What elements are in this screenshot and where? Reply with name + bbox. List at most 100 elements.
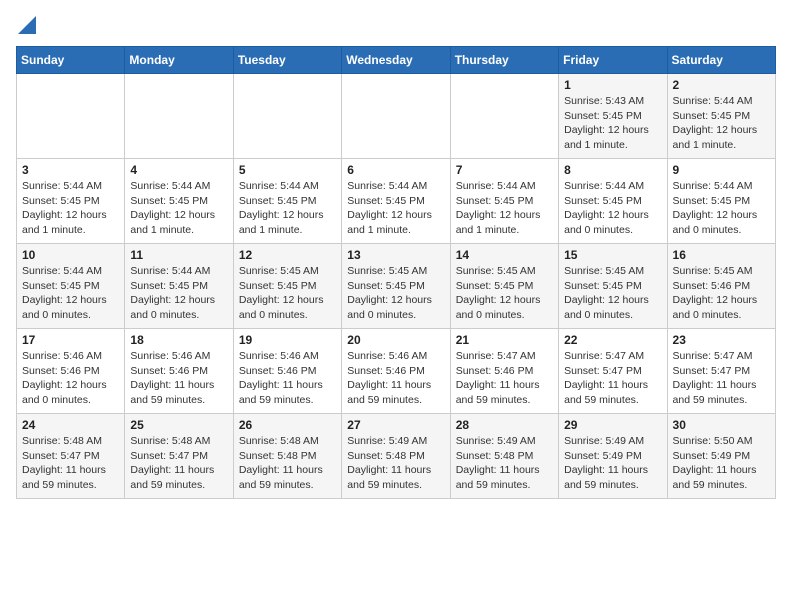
day-number: 6 (347, 163, 444, 177)
calendar-cell: 29 Sunrise: 5:49 AM Sunset: 5:49 PM Dayli… (559, 414, 667, 499)
day-info: Sunrise: 5:46 AM Sunset: 5:46 PM Dayligh… (239, 349, 336, 408)
day-info: Sunrise: 5:46 AM Sunset: 5:46 PM Dayligh… (347, 349, 444, 408)
calendar-week-row: 24 Sunrise: 5:48 AM Sunset: 5:47 PM Dayli… (17, 414, 776, 499)
day-number: 9 (673, 163, 770, 177)
calendar-header-row: SundayMondayTuesdayWednesdayThursdayFrid… (17, 47, 776, 74)
day-of-week-header: Wednesday (342, 47, 450, 74)
day-info: Sunrise: 5:45 AM Sunset: 5:46 PM Dayligh… (673, 264, 770, 323)
day-info: Sunrise: 5:44 AM Sunset: 5:45 PM Dayligh… (673, 179, 770, 238)
calendar-cell: 23Sunrise: 5:47 AM Sunset: 5:47 PM Dayli… (667, 329, 775, 414)
day-number: 10 (22, 248, 119, 262)
calendar-cell: 8 Sunrise: 5:44 AM Sunset: 5:45 PM Daylig… (559, 159, 667, 244)
day-info: Sunrise: 5:46 AM Sunset: 5:46 PM Dayligh… (130, 349, 227, 408)
day-number: 21 (456, 333, 553, 347)
calendar-cell: 21 Sunrise: 5:47 AM Sunset: 5:46 PM Dayli… (450, 329, 558, 414)
day-info: Sunrise: 5:49 AM Sunset: 5:48 PM Dayligh… (456, 434, 553, 493)
page-header (16, 16, 776, 34)
calendar-cell: 10 Sunrise: 5:44 AM Sunset: 5:45 PM Dayli… (17, 244, 125, 329)
calendar-cell (125, 74, 233, 159)
calendar-cell: 18 Sunrise: 5:46 AM Sunset: 5:46 PM Dayli… (125, 329, 233, 414)
day-number: 29 (564, 418, 661, 432)
day-of-week-header: Thursday (450, 47, 558, 74)
calendar-cell: 27 Sunrise: 5:49 AM Sunset: 5:48 PM Dayli… (342, 414, 450, 499)
calendar-cell: 11Sunrise: 5:44 AM Sunset: 5:45 PM Dayli… (125, 244, 233, 329)
calendar-cell: 4 Sunrise: 5:44 AM Sunset: 5:45 PM Daylig… (125, 159, 233, 244)
day-info: Sunrise: 5:45 AM Sunset: 5:45 PM Dayligh… (347, 264, 444, 323)
calendar-table: SundayMondayTuesdayWednesdayThursdayFrid… (16, 46, 776, 499)
day-info: Sunrise: 5:44 AM Sunset: 5:45 PM Dayligh… (130, 179, 227, 238)
calendar-cell: 1Sunrise: 5:43 AM Sunset: 5:45 PM Daylig… (559, 74, 667, 159)
day-info: Sunrise: 5:44 AM Sunset: 5:45 PM Dayligh… (456, 179, 553, 238)
day-number: 12 (239, 248, 336, 262)
calendar-cell: 9 Sunrise: 5:44 AM Sunset: 5:45 PM Daylig… (667, 159, 775, 244)
calendar-cell: 3 Sunrise: 5:44 AM Sunset: 5:45 PM Daylig… (17, 159, 125, 244)
day-info: Sunrise: 5:44 AM Sunset: 5:45 PM Dayligh… (22, 179, 119, 238)
day-number: 17 (22, 333, 119, 347)
calendar-cell: 7Sunrise: 5:44 AM Sunset: 5:45 PM Daylig… (450, 159, 558, 244)
day-number: 13 (347, 248, 444, 262)
day-info: Sunrise: 5:49 AM Sunset: 5:48 PM Dayligh… (347, 434, 444, 493)
calendar-body: 1Sunrise: 5:43 AM Sunset: 5:45 PM Daylig… (17, 74, 776, 499)
calendar-cell: 13 Sunrise: 5:45 AM Sunset: 5:45 PM Dayli… (342, 244, 450, 329)
day-number: 27 (347, 418, 444, 432)
calendar-cell: 12 Sunrise: 5:45 AM Sunset: 5:45 PM Dayli… (233, 244, 341, 329)
day-info: Sunrise: 5:46 AM Sunset: 5:46 PM Dayligh… (22, 349, 119, 408)
calendar-week-row: 1Sunrise: 5:43 AM Sunset: 5:45 PM Daylig… (17, 74, 776, 159)
calendar-cell: 17 Sunrise: 5:46 AM Sunset: 5:46 PM Dayli… (17, 329, 125, 414)
day-number: 22 (564, 333, 661, 347)
day-info: Sunrise: 5:44 AM Sunset: 5:45 PM Dayligh… (130, 264, 227, 323)
calendar-cell: 16 Sunrise: 5:45 AM Sunset: 5:46 PM Dayli… (667, 244, 775, 329)
day-number: 24 (22, 418, 119, 432)
day-number: 15 (564, 248, 661, 262)
day-info: Sunrise: 5:47 AM Sunset: 5:47 PM Dayligh… (673, 349, 770, 408)
calendar-cell: 14 Sunrise: 5:45 AM Sunset: 5:45 PM Dayli… (450, 244, 558, 329)
day-of-week-header: Monday (125, 47, 233, 74)
day-of-week-header: Tuesday (233, 47, 341, 74)
day-info: Sunrise: 5:48 AM Sunset: 5:48 PM Dayligh… (239, 434, 336, 493)
calendar-cell: 28 Sunrise: 5:49 AM Sunset: 5:48 PM Dayli… (450, 414, 558, 499)
day-info: Sunrise: 5:45 AM Sunset: 5:45 PM Dayligh… (564, 264, 661, 323)
calendar-cell: 2 Sunrise: 5:44 AM Sunset: 5:45 PM Daylig… (667, 74, 775, 159)
calendar-week-row: 17 Sunrise: 5:46 AM Sunset: 5:46 PM Dayli… (17, 329, 776, 414)
day-number: 3 (22, 163, 119, 177)
calendar-week-row: 3 Sunrise: 5:44 AM Sunset: 5:45 PM Daylig… (17, 159, 776, 244)
calendar-cell: 22Sunrise: 5:47 AM Sunset: 5:47 PM Dayli… (559, 329, 667, 414)
day-info: Sunrise: 5:50 AM Sunset: 5:49 PM Dayligh… (673, 434, 770, 493)
day-info: Sunrise: 5:49 AM Sunset: 5:49 PM Dayligh… (564, 434, 661, 493)
calendar-cell (233, 74, 341, 159)
calendar-cell: 24 Sunrise: 5:48 AM Sunset: 5:47 PM Dayli… (17, 414, 125, 499)
day-number: 28 (456, 418, 553, 432)
calendar-cell: 15 Sunrise: 5:45 AM Sunset: 5:45 PM Dayli… (559, 244, 667, 329)
calendar-cell (17, 74, 125, 159)
day-info: Sunrise: 5:44 AM Sunset: 5:45 PM Dayligh… (239, 179, 336, 238)
day-info: Sunrise: 5:44 AM Sunset: 5:45 PM Dayligh… (564, 179, 661, 238)
day-info: Sunrise: 5:44 AM Sunset: 5:45 PM Dayligh… (673, 94, 770, 153)
calendar-cell: 6 Sunrise: 5:44 AM Sunset: 5:45 PM Daylig… (342, 159, 450, 244)
logo (16, 16, 36, 34)
day-info: Sunrise: 5:44 AM Sunset: 5:45 PM Dayligh… (347, 179, 444, 238)
day-number: 14 (456, 248, 553, 262)
day-number: 4 (130, 163, 227, 177)
day-of-week-header: Sunday (17, 47, 125, 74)
calendar-cell (450, 74, 558, 159)
day-info: Sunrise: 5:45 AM Sunset: 5:45 PM Dayligh… (239, 264, 336, 323)
day-number: 19 (239, 333, 336, 347)
calendar-cell: 26 Sunrise: 5:48 AM Sunset: 5:48 PM Dayli… (233, 414, 341, 499)
day-of-week-header: Saturday (667, 47, 775, 74)
day-number: 8 (564, 163, 661, 177)
calendar-cell: 20 Sunrise: 5:46 AM Sunset: 5:46 PM Dayli… (342, 329, 450, 414)
day-number: 5 (239, 163, 336, 177)
day-info: Sunrise: 5:43 AM Sunset: 5:45 PM Dayligh… (564, 94, 661, 153)
day-number: 26 (239, 418, 336, 432)
day-number: 18 (130, 333, 227, 347)
day-info: Sunrise: 5:48 AM Sunset: 5:47 PM Dayligh… (22, 434, 119, 493)
day-info: Sunrise: 5:45 AM Sunset: 5:45 PM Dayligh… (456, 264, 553, 323)
day-number: 2 (673, 78, 770, 92)
day-info: Sunrise: 5:47 AM Sunset: 5:46 PM Dayligh… (456, 349, 553, 408)
day-info: Sunrise: 5:48 AM Sunset: 5:47 PM Dayligh… (130, 434, 227, 493)
day-number: 20 (347, 333, 444, 347)
day-number: 16 (673, 248, 770, 262)
day-number: 25 (130, 418, 227, 432)
calendar-cell: 19 Sunrise: 5:46 AM Sunset: 5:46 PM Dayli… (233, 329, 341, 414)
day-info: Sunrise: 5:44 AM Sunset: 5:45 PM Dayligh… (22, 264, 119, 323)
